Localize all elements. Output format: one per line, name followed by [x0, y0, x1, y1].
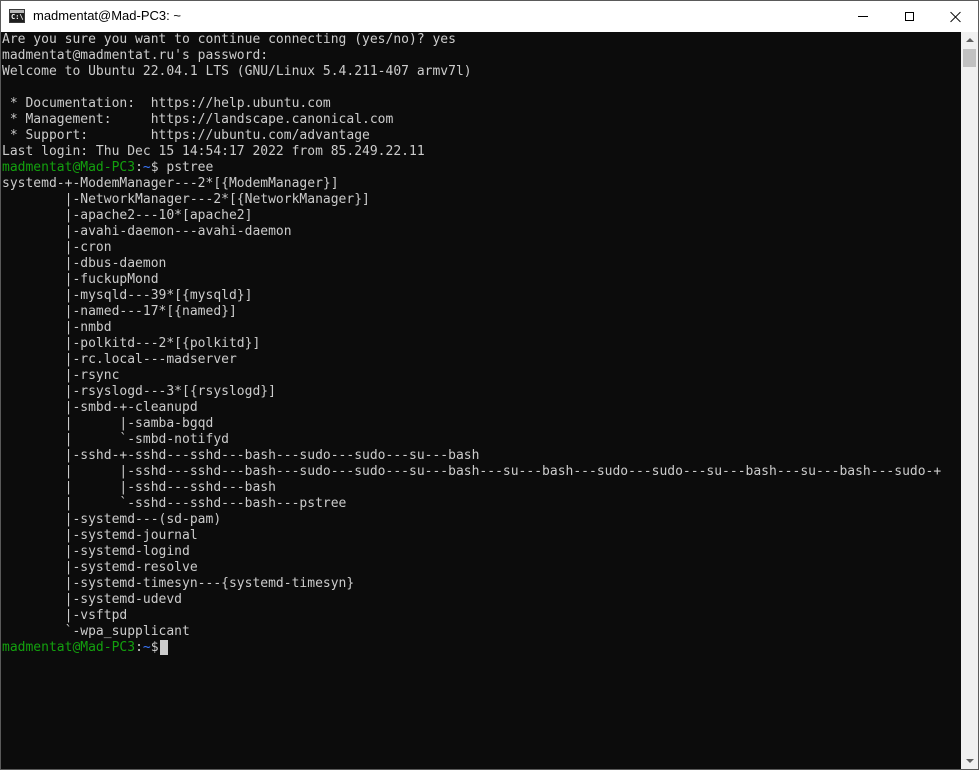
maximize-button[interactable]	[886, 1, 932, 32]
text-cursor	[159, 640, 168, 655]
output-line: |-systemd-udevd	[2, 592, 183, 607]
vertical-scrollbar[interactable]	[961, 32, 978, 769]
minimize-icon	[858, 16, 868, 17]
output-line: |-avahi-daemon---avahi-daemon	[2, 224, 292, 239]
output-line: madmentat@madmentat.ru's password:	[2, 48, 269, 63]
prompt-separator: :	[135, 160, 143, 175]
output-line: | |-samba-bgqd	[2, 416, 214, 431]
maximize-icon	[904, 12, 914, 21]
output-line: * Support: https://ubuntu.com/advantage	[2, 128, 370, 143]
close-button[interactable]	[932, 1, 978, 32]
close-icon	[950, 11, 961, 22]
output-line: |-rsyslogd---3*[{rsyslogd}]	[2, 384, 276, 399]
output-line: |-rc.local---madserver	[2, 352, 237, 367]
output-line: |-named---17*[{named}]	[2, 304, 237, 319]
console-app-icon[interactable]: C:\	[9, 9, 25, 23]
output-line: * Management: https://landscape.canonica…	[2, 112, 394, 127]
output-line: |-systemd-timesyn---{systemd-timesyn}	[2, 576, 355, 591]
console-app-icon-label: C:\	[11, 13, 24, 21]
prompt-separator: :	[135, 640, 143, 655]
terminal-lines: Are you sure you want to continue connec…	[1, 32, 961, 656]
output-line: |-fuckupMond	[2, 272, 159, 287]
scroll-up-arrow-icon[interactable]	[961, 32, 978, 49]
minimize-button[interactable]	[840, 1, 886, 32]
output-line: | `-sshd---sshd---bash---pstree	[2, 496, 347, 511]
output-line: | `-smbd-notifyd	[2, 432, 229, 447]
prompt-command: pstree	[166, 160, 214, 175]
output-line: systemd-+-ModemManager---2*[{ModemManage…	[2, 176, 339, 191]
output-line: |-smbd-+-cleanupd	[2, 400, 198, 415]
terminal-output[interactable]: Are you sure you want to continue connec…	[1, 32, 961, 769]
output-line: |-systemd-logind	[2, 544, 190, 559]
prompt-path: ~	[142, 640, 151, 655]
prompt-symbol: $	[150, 640, 159, 655]
output-line: * Documentation: https://help.ubuntu.com	[2, 96, 331, 111]
prompt-user: madmentat@Mad-PC3	[2, 160, 136, 175]
output-line: | |-sshd---sshd---bash---sudo---sudo---s…	[2, 464, 942, 479]
title-bar[interactable]: C:\ madmentat@Mad-PC3: ~	[1, 1, 978, 32]
scroll-down-arrow-icon[interactable]	[961, 752, 978, 769]
output-line: |-rsync	[2, 368, 120, 383]
scrollbar-thumb[interactable]	[963, 49, 976, 67]
output-line: |-cron	[2, 240, 112, 255]
output-line: |-systemd-journal	[2, 528, 198, 543]
terminal-window: C:\ madmentat@Mad-PC3: ~ Are you sure yo…	[0, 0, 979, 770]
output-line: |-sshd-+-sshd---sshd---bash---sudo---sud…	[2, 448, 480, 463]
prompt-symbol: $	[150, 160, 167, 175]
output-line: |-dbus-daemon	[2, 256, 167, 271]
window-title: madmentat@Mad-PC3: ~	[33, 8, 181, 23]
prompt-path: ~	[142, 160, 151, 175]
output-line: `-wpa_supplicant	[2, 624, 190, 639]
output-line: |-NetworkManager---2*[{NetworkManager}]	[2, 192, 370, 207]
output-line: |-mysqld---39*[{mysqld}]	[2, 288, 253, 303]
output-line: Are you sure you want to continue connec…	[2, 32, 456, 47]
output-line: Last login: Thu Dec 15 14:54:17 2022 fro…	[2, 144, 425, 159]
output-line: |-nmbd	[2, 320, 112, 335]
output-line: | |-sshd---sshd---bash	[2, 480, 276, 495]
prompt-line: madmentat@Mad-PC3:~$ pstree	[2, 160, 961, 176]
output-line: |-systemd---(sd-pam)	[2, 512, 222, 527]
output-line: |-systemd-resolve	[2, 560, 198, 575]
prompt-user: madmentat@Mad-PC3	[2, 640, 136, 655]
output-line: Welcome to Ubuntu 22.04.1 LTS (GNU/Linux…	[2, 64, 472, 79]
prompt-line: madmentat@Mad-PC3:~$	[2, 640, 961, 656]
output-line: |-apache2---10*[apache2]	[2, 208, 253, 223]
output-line: |-polkitd---2*[{polkitd}]	[2, 336, 261, 351]
output-line: |-vsftpd	[2, 608, 128, 623]
